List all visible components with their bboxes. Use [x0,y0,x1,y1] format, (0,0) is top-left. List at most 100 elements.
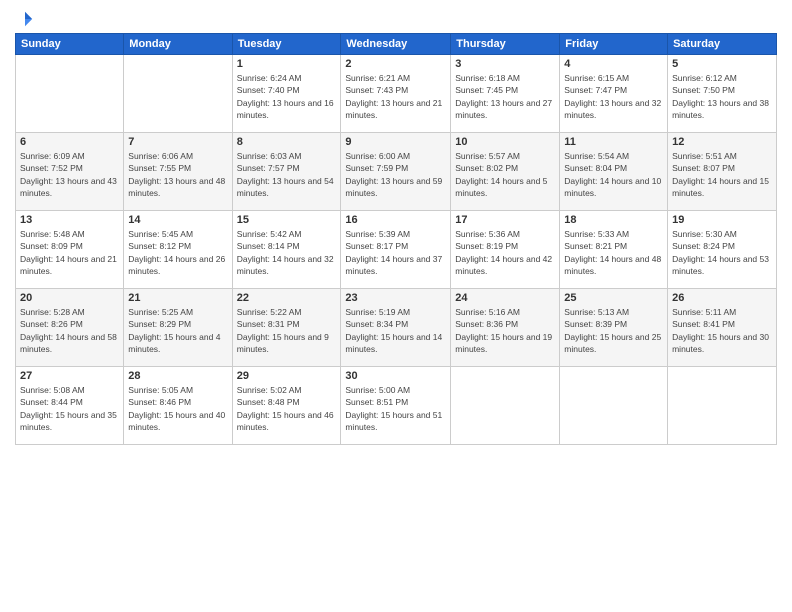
day-info: Sunrise: 5:42 AM Sunset: 8:14 PM Dayligh… [237,228,337,277]
day-info: Sunrise: 5:02 AM Sunset: 8:48 PM Dayligh… [237,384,337,433]
day-number: 21 [128,292,227,304]
day-info: Sunrise: 6:09 AM Sunset: 7:52 PM Dayligh… [20,150,119,199]
day-info: Sunrise: 5:45 AM Sunset: 8:12 PM Dayligh… [128,228,227,277]
day-number: 29 [237,370,337,382]
day-number: 8 [237,136,337,148]
day-cell: 24 Sunrise: 5:16 AM Sunset: 8:36 PM Dayli… [451,289,560,367]
day-number: 20 [20,292,119,304]
day-cell: 4 Sunrise: 6:15 AM Sunset: 7:47 PM Daylig… [560,55,668,133]
day-number: 18 [564,214,663,226]
day-number: 14 [128,214,227,226]
day-info: Sunrise: 5:36 AM Sunset: 8:19 PM Dayligh… [455,228,555,277]
day-info: Sunrise: 5:51 AM Sunset: 8:07 PM Dayligh… [672,150,772,199]
day-number: 10 [455,136,555,148]
day-info: Sunrise: 5:28 AM Sunset: 8:26 PM Dayligh… [20,306,119,355]
week-row-5: 27Sunrise: 5:08 AM Sunset: 8:44 PM Dayli… [16,367,777,445]
day-cell: 18 Sunrise: 5:33 AM Sunset: 8:21 PM Dayli… [560,211,668,289]
day-cell [560,367,668,445]
day-info: Sunrise: 5:48 AM Sunset: 8:09 PM Dayligh… [20,228,119,277]
day-info: Sunrise: 5:22 AM Sunset: 8:31 PM Dayligh… [237,306,337,355]
day-number: 6 [20,136,119,148]
day-info: Sunrise: 5:54 AM Sunset: 8:04 PM Dayligh… [564,150,663,199]
day-cell [668,367,777,445]
day-info: Sunrise: 5:13 AM Sunset: 8:39 PM Dayligh… [564,306,663,355]
day-number: 4 [564,58,663,70]
calendar-page: SundayMondayTuesdayWednesdayThursdayFrid… [0,0,792,612]
day-info: Sunrise: 5:25 AM Sunset: 8:29 PM Dayligh… [128,306,227,355]
day-cell: 29 Sunrise: 5:02 AM Sunset: 8:48 PM Dayli… [232,367,341,445]
day-info: Sunrise: 5:19 AM Sunset: 8:34 PM Dayligh… [345,306,446,355]
day-number: 22 [237,292,337,304]
day-cell [124,55,232,133]
day-number: 19 [672,214,772,226]
day-info: Sunrise: 6:15 AM Sunset: 7:47 PM Dayligh… [564,72,663,121]
day-number: 5 [672,58,772,70]
day-number: 15 [237,214,337,226]
day-number: 13 [20,214,119,226]
day-cell: 5 Sunrise: 6:12 AM Sunset: 7:50 PM Daylig… [668,55,777,133]
day-cell: 25 Sunrise: 5:13 AM Sunset: 8:39 PM Dayli… [560,289,668,367]
day-cell: 28 Sunrise: 5:05 AM Sunset: 8:46 PM Dayli… [124,367,232,445]
logo-flag-icon [16,10,34,28]
day-number: 26 [672,292,772,304]
day-cell [16,55,124,133]
day-cell: 22 Sunrise: 5:22 AM Sunset: 8:31 PM Dayli… [232,289,341,367]
day-info: Sunrise: 5:30 AM Sunset: 8:24 PM Dayligh… [672,228,772,277]
weekday-header-friday: Friday [560,34,668,55]
day-cell: 14 Sunrise: 5:45 AM Sunset: 8:12 PM Dayli… [124,211,232,289]
day-cell: 19 Sunrise: 5:30 AM Sunset: 8:24 PM Dayli… [668,211,777,289]
weekday-header-sunday: Sunday [16,34,124,55]
day-number: 3 [455,58,555,70]
day-info: Sunrise: 6:06 AM Sunset: 7:55 PM Dayligh… [128,150,227,199]
calendar-table: SundayMondayTuesdayWednesdayThursdayFrid… [15,33,777,445]
day-cell: 17Sunrise: 5:36 AM Sunset: 8:19 PM Dayli… [451,211,560,289]
day-number: 23 [345,292,446,304]
day-number: 11 [564,136,663,148]
day-info: Sunrise: 6:03 AM Sunset: 7:57 PM Dayligh… [237,150,337,199]
day-info: Sunrise: 5:39 AM Sunset: 8:17 PM Dayligh… [345,228,446,277]
day-cell: 21 Sunrise: 5:25 AM Sunset: 8:29 PM Dayli… [124,289,232,367]
day-cell: 20 Sunrise: 5:28 AM Sunset: 8:26 PM Dayli… [16,289,124,367]
week-row-1: 1Sunrise: 6:24 AM Sunset: 7:40 PM Daylig… [16,55,777,133]
day-cell [451,367,560,445]
weekday-header-monday: Monday [124,34,232,55]
day-cell: 8 Sunrise: 6:03 AM Sunset: 7:57 PM Daylig… [232,133,341,211]
day-number: 24 [455,292,555,304]
week-row-3: 13 Sunrise: 5:48 AM Sunset: 8:09 PM Dayli… [16,211,777,289]
day-cell: 1Sunrise: 6:24 AM Sunset: 7:40 PM Daylig… [232,55,341,133]
day-cell: 12Sunrise: 5:51 AM Sunset: 8:07 PM Dayli… [668,133,777,211]
day-info: Sunrise: 6:24 AM Sunset: 7:40 PM Dayligh… [237,72,337,121]
day-cell: 10Sunrise: 5:57 AM Sunset: 8:02 PM Dayli… [451,133,560,211]
weekday-header-tuesday: Tuesday [232,34,341,55]
day-cell: 6 Sunrise: 6:09 AM Sunset: 7:52 PM Daylig… [16,133,124,211]
day-info: Sunrise: 5:33 AM Sunset: 8:21 PM Dayligh… [564,228,663,277]
week-row-4: 20 Sunrise: 5:28 AM Sunset: 8:26 PM Dayli… [16,289,777,367]
day-info: Sunrise: 5:00 AM Sunset: 8:51 PM Dayligh… [345,384,446,433]
day-info: Sunrise: 6:21 AM Sunset: 7:43 PM Dayligh… [345,72,446,121]
day-info: Sunrise: 5:16 AM Sunset: 8:36 PM Dayligh… [455,306,555,355]
day-info: Sunrise: 5:11 AM Sunset: 8:41 PM Dayligh… [672,306,772,355]
day-number: 9 [345,136,446,148]
day-cell: 2 Sunrise: 6:21 AM Sunset: 7:43 PM Daylig… [341,55,451,133]
day-number: 25 [564,292,663,304]
day-cell: 11 Sunrise: 5:54 AM Sunset: 8:04 PM Dayli… [560,133,668,211]
day-info: Sunrise: 5:08 AM Sunset: 8:44 PM Dayligh… [20,384,119,433]
day-cell: 7 Sunrise: 6:06 AM Sunset: 7:55 PM Daylig… [124,133,232,211]
weekday-header-row: SundayMondayTuesdayWednesdayThursdayFrid… [16,34,777,55]
day-cell: 23 Sunrise: 5:19 AM Sunset: 8:34 PM Dayli… [341,289,451,367]
day-number: 28 [128,370,227,382]
day-info: Sunrise: 5:05 AM Sunset: 8:46 PM Dayligh… [128,384,227,433]
day-cell: 27Sunrise: 5:08 AM Sunset: 8:44 PM Dayli… [16,367,124,445]
day-cell: 15 Sunrise: 5:42 AM Sunset: 8:14 PM Dayli… [232,211,341,289]
day-cell: 16Sunrise: 5:39 AM Sunset: 8:17 PM Dayli… [341,211,451,289]
weekday-header-wednesday: Wednesday [341,34,451,55]
header [15,10,777,25]
day-info: Sunrise: 6:12 AM Sunset: 7:50 PM Dayligh… [672,72,772,121]
day-info: Sunrise: 6:18 AM Sunset: 7:45 PM Dayligh… [455,72,555,121]
day-cell: 30Sunrise: 5:00 AM Sunset: 8:51 PM Dayli… [341,367,451,445]
day-number: 7 [128,136,227,148]
day-info: Sunrise: 6:00 AM Sunset: 7:59 PM Dayligh… [345,150,446,199]
day-cell: 3 Sunrise: 6:18 AM Sunset: 7:45 PM Daylig… [451,55,560,133]
day-cell: 9 Sunrise: 6:00 AM Sunset: 7:59 PM Daylig… [341,133,451,211]
day-number: 2 [345,58,446,70]
